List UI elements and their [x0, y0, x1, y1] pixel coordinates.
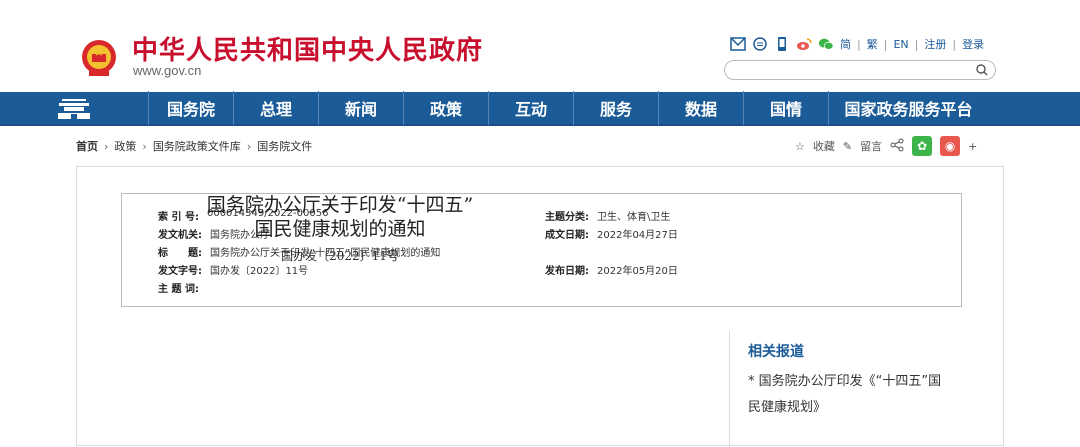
- register-link[interactable]: 注册: [924, 36, 946, 52]
- simplified-link[interactable]: 简: [840, 36, 851, 52]
- meta-published: 发布日期: 2022年05月20日: [545, 262, 678, 277]
- main-nav: 国务院 总理 新闻 政策 互动 服务 数据 国情 国家政务服务平台: [0, 91, 1080, 126]
- favorite-icon[interactable]: ☆: [795, 140, 805, 153]
- weibo-icon[interactable]: [796, 36, 812, 52]
- mobile-icon[interactable]: [774, 36, 790, 52]
- separator: |: [914, 37, 919, 51]
- site-header: 中华人民共和国中央人民政府 www.gov.cn 简 | 繁 | EN | 注册…: [0, 0, 1080, 92]
- wechat-icon[interactable]: [818, 36, 834, 52]
- nav-item-data[interactable]: 数据: [658, 91, 743, 125]
- nav-item-services[interactable]: 服务: [573, 91, 658, 125]
- meta-value: 卫生、体育\卫生: [597, 212, 671, 223]
- meta-created: 成文日期: 2022年04月27日: [545, 226, 678, 241]
- nav-item-policy[interactable]: 政策: [403, 91, 488, 125]
- wechat-share-icon[interactable]: ✿: [912, 136, 933, 156]
- related-item[interactable]: * 国务院办公厅印发《“十四五”国民健康规划》: [748, 369, 948, 421]
- meta-value: 2022年04月27日: [597, 230, 678, 241]
- meta-key: 主 题 词:: [158, 284, 199, 295]
- pencil-icon[interactable]: ✎: [843, 140, 852, 153]
- favorite-button[interactable]: 收藏: [813, 138, 835, 154]
- meta-key: 发布日期:: [545, 266, 589, 277]
- top-tools: 简 | 繁 | EN | 注册 | 登录: [730, 36, 984, 52]
- chevron-right-icon: ›: [142, 139, 147, 153]
- meta-value: 国办发〔2022〕11号: [210, 266, 309, 277]
- chevron-right-icon: ›: [246, 139, 252, 153]
- search-icon[interactable]: [975, 63, 989, 77]
- nav-item-service-platform[interactable]: 国家政务服务平台: [828, 91, 988, 125]
- meta-topic: 主题分类: 卫生、体育\卫生: [545, 208, 670, 223]
- weibo-share-icon[interactable]: ◉: [940, 136, 961, 156]
- meta-key: 成文日期:: [545, 230, 589, 241]
- related-title: 相关报道: [748, 344, 804, 360]
- breadcrumb-home[interactable]: 首页: [76, 138, 98, 154]
- comment-button[interactable]: 留言: [860, 138, 882, 154]
- share-icon[interactable]: [890, 138, 904, 155]
- nav-item-state-council[interactable]: 国务院: [148, 91, 233, 125]
- meta-key: 主题分类:: [545, 212, 589, 223]
- login-link[interactable]: 登录: [962, 36, 984, 52]
- meta-keywords: 主 题 词:: [158, 280, 207, 295]
- national-emblem-icon[interactable]: [80, 38, 118, 78]
- article-title-line1: 国务院办公厅关于印发“十四五”: [206, 194, 474, 216]
- breadcrumb-policy-library[interactable]: 国务院政策文件库: [153, 138, 241, 154]
- related-reports: 相关报道 * 国务院办公厅印发《“十四五”国民健康规划》: [729, 331, 1005, 447]
- chevron-right-icon: ›: [104, 139, 109, 153]
- article-doc-number: 国办发〔2022〕11号: [281, 249, 399, 263]
- nav-item-national-info[interactable]: 国情: [743, 91, 828, 125]
- breadcrumb: 首页 › 政策 › 国务院政策文件库 › 国务院文件: [76, 138, 312, 154]
- separator: |: [883, 37, 888, 51]
- english-link[interactable]: EN: [893, 38, 908, 51]
- nav-item-interaction[interactable]: 互动: [488, 91, 573, 125]
- meta-key: 发文字号:: [158, 266, 202, 277]
- traditional-link[interactable]: 繁: [867, 36, 878, 52]
- article-title: 国务院办公厅关于印发“十四五” 国民健康规划的通知: [150, 193, 530, 241]
- site-url[interactable]: www.gov.cn: [133, 63, 201, 78]
- chat-icon[interactable]: [752, 36, 768, 52]
- nav-item-news[interactable]: 新闻: [318, 91, 403, 125]
- site-title[interactable]: 中华人民共和国中央人民政府: [132, 30, 483, 67]
- nav-item-premier[interactable]: 总理: [233, 91, 318, 125]
- breadcrumb-state-council-docs[interactable]: 国务院文件: [257, 138, 312, 154]
- more-share-button[interactable]: +: [968, 140, 977, 153]
- breadcrumb-policy[interactable]: 政策: [114, 138, 136, 154]
- meta-doc-number: 发文字号: 国办发〔2022〕11号: [158, 262, 308, 277]
- share-bar: ☆ 收藏 ✎ 留言 ✿ ◉ +: [795, 136, 977, 156]
- tiananmen-logo-icon[interactable]: [0, 91, 148, 125]
- mail-icon[interactable]: [730, 36, 746, 52]
- separator: |: [857, 37, 861, 51]
- separator: |: [952, 37, 957, 51]
- article-title-line2: 国民健康规划的通知: [254, 218, 426, 240]
- search-input[interactable]: [724, 60, 996, 80]
- meta-value: 2022年05月20日: [597, 266, 678, 277]
